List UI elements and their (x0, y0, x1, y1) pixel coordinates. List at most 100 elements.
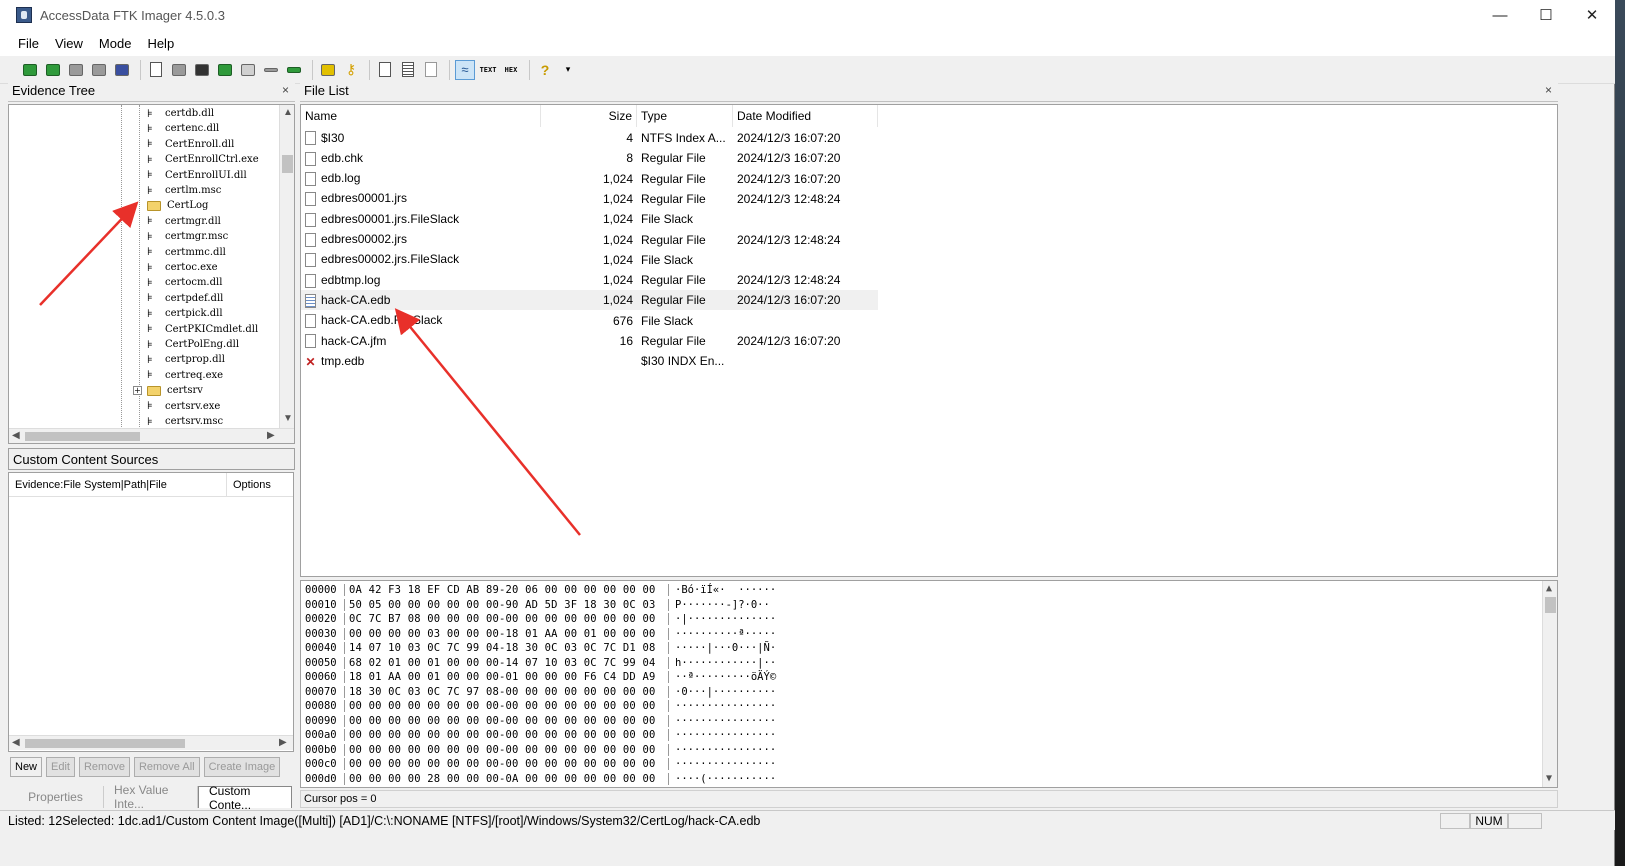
remove-evidence-button[interactable] (89, 60, 109, 80)
remove-all-button[interactable]: Remove All (133, 757, 200, 777)
hex-viewer[interactable]: 00000 0A 42 F3 18 EF CD AB 89-20 06 00 00… (300, 580, 1558, 788)
tree-item[interactable]: ⊧ certpick.dll (147, 306, 223, 321)
export-hash-button[interactable]: ⚷ (341, 60, 361, 80)
column-options[interactable]: Options (227, 473, 293, 496)
tree-item[interactable]: ⊧ certpdef.dll (147, 291, 223, 306)
new-button[interactable]: New (10, 757, 43, 777)
tab-hex-value-interpreter[interactable]: Hex Value Inte... (104, 783, 198, 811)
hex-row[interactable]: 00060 18 01 AA 00 01 00 00 00-01 00 00 00… (301, 670, 776, 685)
scroll-thumb[interactable] (25, 432, 140, 441)
hex-view-button[interactable]: HEX (501, 60, 521, 80)
file-row[interactable]: hack-CA.edb.FileSlack 676 File Slack (301, 311, 878, 331)
view-properties-button[interactable] (398, 60, 418, 80)
expand-icon[interactable]: + (133, 386, 142, 396)
create-custom-image-button[interactable] (238, 60, 258, 80)
scroll-left-icon[interactable]: ◀ (12, 430, 20, 441)
export-files-button[interactable] (318, 60, 338, 80)
create-image-button[interactable]: Create Image (203, 757, 281, 777)
custom-content-scrollbar[interactable]: ◀ ▶ (9, 735, 293, 750)
menu-mode[interactable]: Mode (91, 36, 140, 51)
hex-row[interactable]: 00090 00 00 00 00 00 00 00 00-00 00 00 00… (301, 714, 776, 729)
scroll-down-icon[interactable]: ▼ (283, 413, 293, 424)
tree-item[interactable]: CertLog (147, 198, 208, 213)
tree-item[interactable]: ⊧ CertEnroll.dll (147, 137, 234, 152)
scroll-right-icon[interactable]: ▶ (267, 430, 275, 441)
tree-item[interactable]: ⊧ certdb.dll (147, 106, 214, 121)
scroll-thumb[interactable] (25, 739, 185, 748)
tree-item[interactable]: ⊧ certmgr.dll (147, 214, 221, 229)
file-row[interactable]: hack-CA.edb 1,024 Regular File 2024/12/3 16… (301, 290, 878, 311)
tree-item[interactable]: ⊧ certlm.msc (147, 183, 221, 198)
menu-help[interactable]: Help (139, 36, 182, 51)
create-disk-image-button[interactable] (146, 60, 166, 80)
hex-row[interactable]: 00050 68 02 01 00 01 00 00 00-14 07 10 03… (301, 656, 776, 671)
tree-item[interactable]: ⊧ certocm.dll (147, 275, 222, 290)
tab-custom-content[interactable]: Custom Conte... (198, 784, 292, 812)
tree-item[interactable]: ⊧ CertPolEng.dll (147, 337, 239, 352)
new-document-button[interactable] (375, 60, 395, 80)
file-row[interactable]: hack-CA.jfm 16 Regular File 2024/12/3 16:07… (301, 331, 878, 351)
image-mounting-button[interactable] (66, 60, 86, 80)
close-button[interactable]: ✕ (1569, 0, 1615, 30)
decrypt-button[interactable] (261, 60, 281, 80)
close-icon[interactable]: × (1545, 83, 1552, 97)
scroll-thumb[interactable] (282, 155, 293, 173)
help-button[interactable]: ? (535, 60, 555, 80)
file-row[interactable]: ✕ tmp.edb $I30 INDX En... (301, 351, 878, 371)
view-report-button[interactable] (421, 60, 441, 80)
custom-content-list[interactable]: Evidence:File System|Path|File Options ◀… (8, 472, 294, 752)
tab-properties[interactable]: Properties (8, 786, 104, 808)
tree-item[interactable]: ⊧ certsrv.msc (147, 414, 223, 429)
add-to-custom-content-button[interactable] (215, 60, 235, 80)
file-row[interactable]: edbres00002.jrs 1,024 Regular File 2024/12/… (301, 230, 878, 250)
add-evidence-item-button[interactable] (20, 60, 40, 80)
tree-horizontal-scrollbar[interactable]: ◀ ▶ (9, 428, 294, 443)
scroll-thumb[interactable] (1545, 597, 1556, 613)
hex-vertical-scrollbar[interactable]: ▲ ▼ (1542, 581, 1557, 787)
tree-item[interactable]: ⊧ certsrv.exe (147, 399, 220, 414)
tree-item[interactable]: ⊧ CertEnrollCtrl.exe (147, 152, 259, 167)
tree-item[interactable]: ⊧ certoc.exe (147, 260, 218, 275)
tree-item[interactable]: ⊧ CertPKICmdlet.dll (147, 322, 258, 337)
close-icon[interactable]: × (282, 83, 289, 97)
minimize-button[interactable]: — (1477, 0, 1523, 30)
hex-row[interactable]: 00010 50 05 00 00 00 00 00 00-90 AD 5D 3F… (301, 598, 770, 613)
hex-row[interactable]: 00030 00 00 00 00 03 00 00 00-18 01 AA 00… (301, 627, 776, 642)
tree-item[interactable]: ⊧ certmmc.dll (147, 245, 226, 260)
column-date-modified[interactable]: Date Modified (733, 105, 878, 127)
tree-item[interactable]: ⊧ certreq.exe (147, 368, 223, 383)
file-list[interactable]: Name Size Type Date Modified $I30 4 NTFS I… (300, 104, 1558, 577)
toolbar-overflow-button[interactable]: ▾ (558, 60, 578, 80)
tree-item[interactable]: ⊧ certprop.dll (147, 352, 225, 367)
scroll-up-icon[interactable]: ▲ (1546, 583, 1552, 594)
hex-row[interactable]: 00080 00 00 00 00 00 00 00 00-00 00 00 00… (301, 699, 776, 714)
view-ram-button[interactable] (284, 60, 304, 80)
hex-row[interactable]: 00070 18 30 0C 03 0C 7C 97 08-00 00 00 00… (301, 685, 776, 700)
hex-row[interactable]: 00040 14 07 10 03 0C 7C 99 04-18 30 0C 03… (301, 641, 776, 656)
text-view-button[interactable]: TEXT (478, 60, 498, 80)
hex-row[interactable]: 000d0 00 00 00 00 28 00 00 00-0A 00 00 00… (301, 772, 776, 787)
hex-row[interactable]: 000c0 00 00 00 00 00 00 00 00-00 00 00 00… (301, 757, 776, 772)
export-disk-image-button[interactable] (169, 60, 189, 80)
tree-item[interactable]: ⊧ certenc.dll (147, 121, 219, 136)
tree-item[interactable]: ⊧ certmgr.msc (147, 229, 228, 244)
edit-button[interactable]: Edit (46, 757, 75, 777)
scroll-down-icon[interactable]: ▼ (1546, 773, 1552, 784)
export-logical-image-button[interactable] (192, 60, 212, 80)
evidence-tree[interactable]: ⊧ certdb.dll ⊧ certenc.dll ⊧ CertEnroll.dll ⊧ C… (8, 104, 295, 444)
file-row[interactable]: edb.chk 8 Regular File 2024/12/3 16:07:20 (301, 148, 878, 168)
file-row[interactable]: edbtmp.log 1,024 Regular File 2024/12/3 12:… (301, 270, 878, 290)
column-evidence[interactable]: Evidence:File System|Path|File (9, 473, 227, 496)
file-row[interactable]: $I30 4 NTFS Index A... 2024/12/3 16:07:20 (301, 128, 878, 148)
tree-item[interactable]: + certsrv (133, 383, 203, 398)
hex-row[interactable]: 000b0 00 00 00 00 00 00 00 00-00 00 00 00… (301, 743, 776, 758)
file-row[interactable]: edbres00001.jrs.FileSlack 1,024 File Slack (301, 209, 878, 229)
remove-all-evidence-button[interactable] (112, 60, 132, 80)
file-row[interactable]: edbres00001.jrs 1,024 Regular File 2024/12/… (301, 189, 878, 209)
menu-view[interactable]: View (47, 36, 91, 51)
file-row[interactable]: edbres00002.jrs.FileSlack 1,024 File Slack (301, 250, 878, 270)
tree-item[interactable]: ⊧ CertEnrollUI.dll (147, 168, 247, 183)
scroll-up-icon[interactable]: ▲ (283, 107, 293, 118)
column-type[interactable]: Type (637, 105, 733, 127)
tree-vertical-scrollbar[interactable]: ▲ ▼ (279, 105, 294, 428)
